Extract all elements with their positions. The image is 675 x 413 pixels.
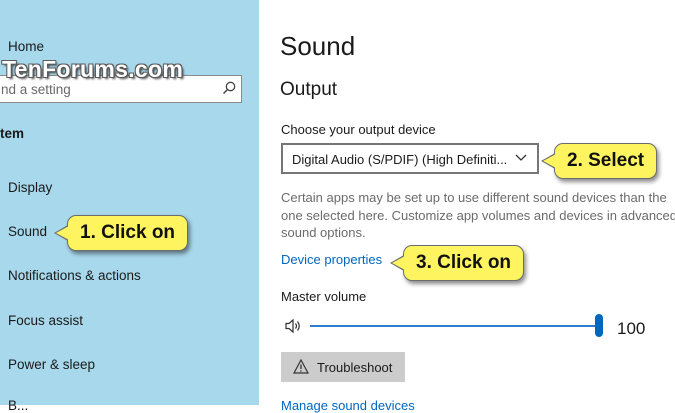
output-device-description: Certain apps may be set up to use differ… bbox=[281, 190, 675, 240]
sidebar-home-link[interactable]: Home bbox=[8, 39, 44, 54]
output-device-dropdown[interactable]: Digital Audio (S/PDIF) (High Definiti... bbox=[281, 143, 539, 174]
callout-step-3: 3. Click on bbox=[389, 245, 525, 281]
sidebar-item-display[interactable]: Display bbox=[8, 180, 52, 195]
sidebar-item-notifications[interactable]: Notifications & actions bbox=[8, 268, 141, 283]
sidebar-item-battery[interactable]: B... bbox=[8, 398, 28, 413]
search-icon[interactable] bbox=[221, 80, 237, 96]
chevron-down-icon bbox=[515, 154, 527, 161]
master-volume-slider-thumb[interactable] bbox=[595, 314, 603, 337]
master-volume-slider-track[interactable] bbox=[310, 325, 598, 327]
master-volume-label: Master volume bbox=[281, 289, 367, 304]
output-section-title: Output bbox=[280, 79, 338, 100]
manage-sound-devices-link[interactable]: Manage sound devices bbox=[281, 398, 415, 413]
sidebar-item-power-sleep[interactable]: Power & sleep bbox=[8, 357, 95, 372]
warning-icon bbox=[293, 359, 309, 374]
sidebar-item-sound[interactable]: Sound bbox=[8, 224, 47, 239]
troubleshoot-label: Troubleshoot bbox=[317, 360, 393, 375]
master-volume-value: 100 bbox=[617, 319, 646, 338]
output-device-label: Choose your output device bbox=[281, 122, 436, 137]
watermark-logo: TenForums.com bbox=[2, 56, 184, 82]
device-properties-link[interactable]: Device properties bbox=[281, 252, 382, 267]
callout-step-1: 1. Click on bbox=[53, 215, 189, 251]
speaker-icon[interactable] bbox=[285, 318, 303, 334]
output-device-value: Digital Audio (S/PDIF) (High Definiti... bbox=[292, 152, 508, 167]
sidebar-item-focus-assist[interactable]: Focus assist bbox=[8, 313, 83, 328]
troubleshoot-button[interactable]: Troubleshoot bbox=[281, 352, 405, 382]
page-title: Sound bbox=[280, 31, 356, 61]
sidebar-category-heading: tem bbox=[0, 126, 25, 141]
sound-settings-page: Sound Output Choose your output device D… bbox=[259, 0, 675, 413]
callout-step-2: 2. Select bbox=[540, 143, 658, 179]
